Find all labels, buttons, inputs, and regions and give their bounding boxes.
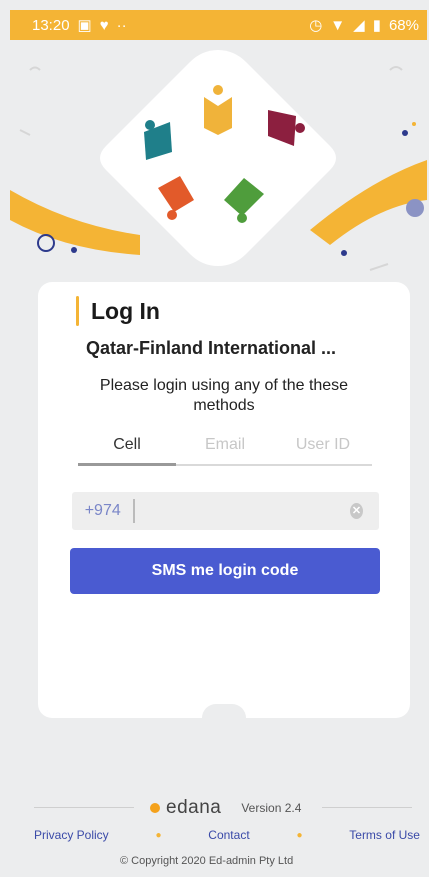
page-title: Log In: [91, 297, 160, 324]
footer-links: Privacy Policy ● Contact ● Terms of Use: [34, 828, 420, 842]
app-version: Version 2.4: [241, 801, 302, 815]
terms-of-use-link[interactable]: Terms of Use: [349, 828, 420, 842]
tab-email[interactable]: Email: [176, 432, 274, 464]
hero-banner: [10, 40, 427, 300]
edana-logo-text: edana: [166, 797, 222, 818]
more-dots-icon: ··: [116, 16, 127, 34]
copyright-text: © Copyright 2020 Ed-admin Pty Ltd: [120, 855, 294, 867]
card-notch: [202, 704, 246, 718]
hero-background-art: [10, 50, 427, 271]
sms-login-code-button[interactable]: SMS me login code: [70, 548, 380, 594]
signal-icon: ◢: [353, 17, 365, 34]
title-accent-bar: [76, 296, 79, 326]
footer-divider-right: [322, 807, 412, 808]
login-card: Log In Qatar-Finland International ... P…: [38, 282, 410, 718]
status-time: 13:20: [32, 16, 70, 34]
separator-dot-icon: ●: [296, 829, 303, 841]
wifi-icon: ▼: [330, 16, 346, 34]
country-code-selector[interactable]: +974: [72, 502, 133, 520]
image-icon: ▣: [77, 17, 92, 34]
privacy-policy-link[interactable]: Privacy Policy: [34, 828, 109, 842]
status-bar: 13:20 ▣ ♥ ·· ◷ ▼ ◢ ▮ 68%: [10, 10, 427, 40]
edana-logo-icon: [150, 803, 160, 813]
school-name: Qatar-Finland International ...: [86, 338, 337, 358]
separator-dot-icon: ●: [155, 829, 162, 841]
tab-user-id[interactable]: User ID: [274, 432, 372, 464]
battery-level: 68%: [388, 16, 419, 34]
contact-link[interactable]: Contact: [208, 828, 249, 842]
footer-brand: edana Version 2.4: [150, 797, 301, 819]
clear-icon[interactable]: ✕: [350, 503, 363, 519]
phone-input[interactable]: [135, 492, 351, 530]
heart-icon: ♥: [99, 16, 109, 34]
login-method-tabs: Cell Email User ID: [78, 432, 372, 466]
tab-cell[interactable]: Cell: [78, 432, 176, 466]
login-screen: 13:20 ▣ ♥ ·· ◷ ▼ ◢ ▮ 68% Log In Qatar-Fi…: [0, 0, 429, 877]
footer-divider-left: [34, 807, 134, 808]
login-instructions: Please login using any of the these meth…: [99, 377, 349, 414]
phone-field: +974 ✕: [72, 492, 379, 530]
alarm-icon: ◷: [309, 17, 323, 34]
battery-icon: ▮: [372, 17, 381, 34]
